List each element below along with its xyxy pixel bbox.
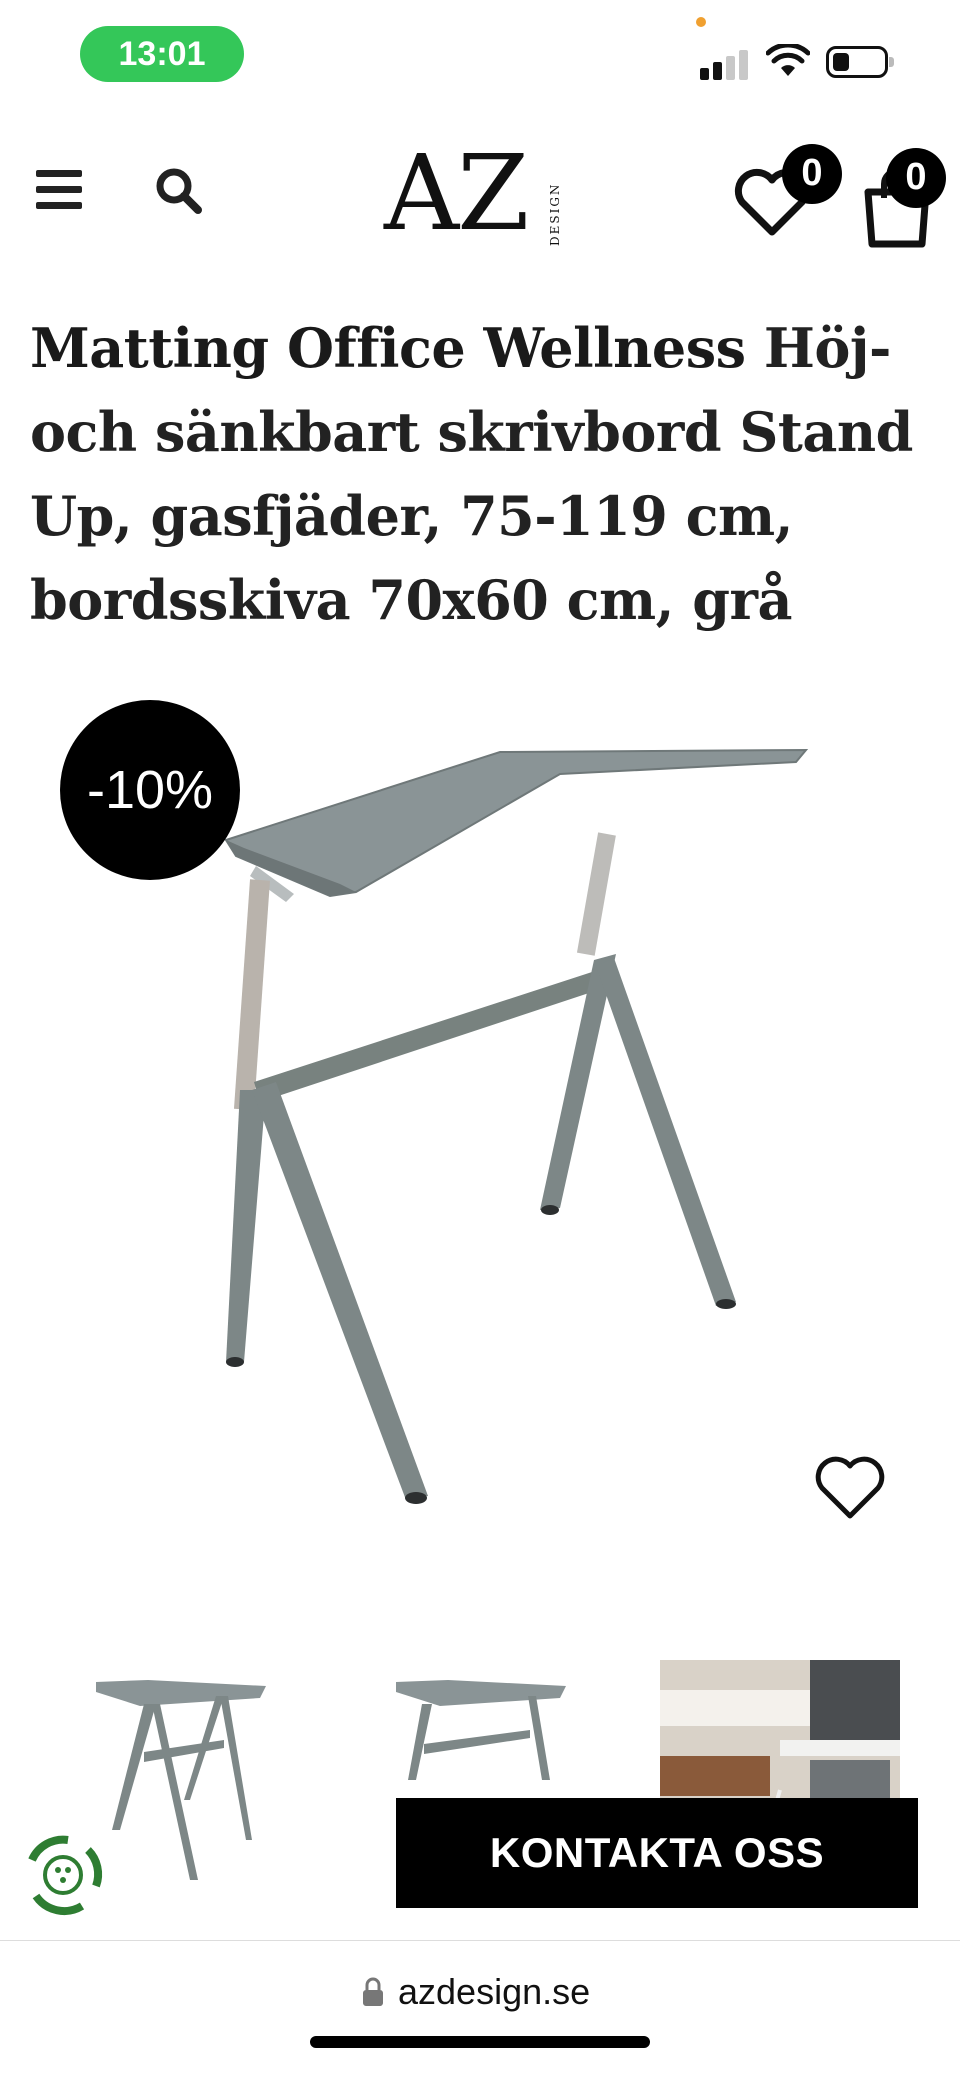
- thumbnail-desk-image: [396, 1680, 566, 1780]
- battery-icon: [826, 46, 894, 78]
- wishlist-count-badge: 0: [782, 144, 842, 204]
- status-bar: 13:01: [0, 0, 960, 110]
- discount-badge: -10%: [60, 700, 240, 880]
- lock-icon: [363, 1977, 383, 2006]
- status-time: 13:01: [80, 26, 244, 82]
- logo-subtext: DESIGN: [548, 182, 562, 246]
- product-brand: Matting Office Wellness: [30, 316, 746, 380]
- chat-widget-icon[interactable]: [18, 1830, 108, 1920]
- hamburger-icon: [36, 170, 82, 177]
- menu-button[interactable]: [36, 170, 82, 210]
- wifi-icon: [766, 44, 810, 76]
- product-image[interactable]: -10%: [0, 680, 960, 1560]
- cart-button[interactable]: 0: [862, 148, 952, 252]
- cart-count-badge: 0: [886, 148, 946, 208]
- logo-text: AZ: [384, 132, 529, 254]
- add-to-wishlist-heart-icon[interactable]: [814, 1456, 886, 1522]
- search-icon[interactable]: [152, 164, 204, 216]
- wishlist-button[interactable]: 0: [730, 144, 842, 248]
- browser-url-bar[interactable]: azdesign.se: [0, 1940, 960, 2079]
- home-indicator: [310, 2036, 650, 2048]
- product-title: Matting Office Wellness Höj- och sänkbar…: [30, 306, 940, 642]
- cellular-signal-icon: [700, 46, 752, 80]
- site-logo[interactable]: AZ DESIGN: [384, 138, 584, 258]
- contact-us-button[interactable]: KONTAKTA OSS: [396, 1798, 918, 1908]
- privacy-indicator-dot: [696, 17, 706, 27]
- site-header: AZ DESIGN 0 0: [0, 120, 960, 270]
- url-text: azdesign.se: [398, 1971, 591, 2012]
